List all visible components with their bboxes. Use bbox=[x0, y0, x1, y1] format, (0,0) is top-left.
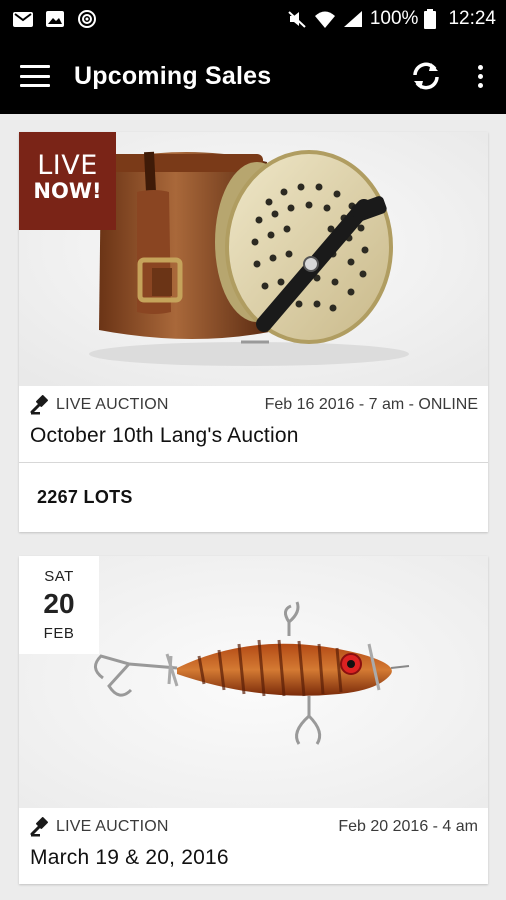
live-now-badge: LIVE NOW! bbox=[19, 132, 116, 230]
sale-meta: LIVE AUCTION Feb 20 2016 - 4 am March 19… bbox=[19, 808, 488, 884]
live-badge-line1: LIVE bbox=[37, 150, 98, 181]
more-vert-icon[interactable] bbox=[468, 58, 492, 94]
target-icon bbox=[78, 10, 96, 28]
wifi-icon bbox=[314, 11, 335, 28]
battery-percentage: 100% bbox=[369, 8, 419, 29]
sale-image[interactable]: LIVE NOW! bbox=[19, 132, 488, 386]
gallery-icon bbox=[46, 11, 64, 27]
battery-icon bbox=[424, 9, 437, 29]
sale-image[interactable]: SAT 20 FEB bbox=[19, 556, 488, 808]
gavel-icon bbox=[30, 817, 48, 837]
sale-meta: LIVE AUCTION Feb 16 2016 - 7 am - ONLINE… bbox=[19, 386, 488, 462]
date-badge-day: 20 bbox=[43, 588, 75, 619]
sale-date: Feb 20 2016 - 4 am bbox=[338, 818, 478, 835]
date-badge-month: FEB bbox=[43, 625, 75, 642]
mute-icon bbox=[288, 11, 306, 28]
live-badge-line2: NOW! bbox=[33, 179, 102, 203]
sale-type-label: LIVE AUCTION bbox=[56, 396, 169, 413]
sale-card[interactable]: LIVE NOW! LIVE AUCTION Feb 16 2016 - 7 a… bbox=[19, 132, 488, 532]
sale-date-badge: SAT 20 FEB bbox=[19, 556, 99, 654]
sale-type-label: LIVE AUCTION bbox=[56, 818, 169, 835]
sale-date: Feb 16 2016 - 7 am - ONLINE bbox=[264, 396, 478, 413]
sale-title: October 10th Lang's Auction bbox=[30, 424, 299, 447]
menu-icon[interactable] bbox=[20, 65, 50, 87]
app-bar: Upcoming Sales bbox=[0, 38, 506, 114]
signal-icon bbox=[343, 11, 362, 27]
refresh-icon[interactable] bbox=[408, 58, 444, 94]
gavel-icon bbox=[30, 395, 48, 415]
sale-title: March 19 & 20, 2016 bbox=[30, 846, 229, 869]
clock: 12:24 bbox=[448, 8, 496, 29]
gmail-icon bbox=[13, 12, 33, 27]
lots-count[interactable]: 2267 LOTS bbox=[19, 462, 488, 532]
page-title: Upcoming Sales bbox=[74, 61, 272, 90]
status-bar: 100% 12:24 bbox=[0, 0, 506, 38]
sale-card[interactable]: SAT 20 FEB LIVE AUCTION Feb 20 2016 - 4 … bbox=[19, 556, 488, 884]
date-badge-weekday: SAT bbox=[44, 568, 74, 585]
